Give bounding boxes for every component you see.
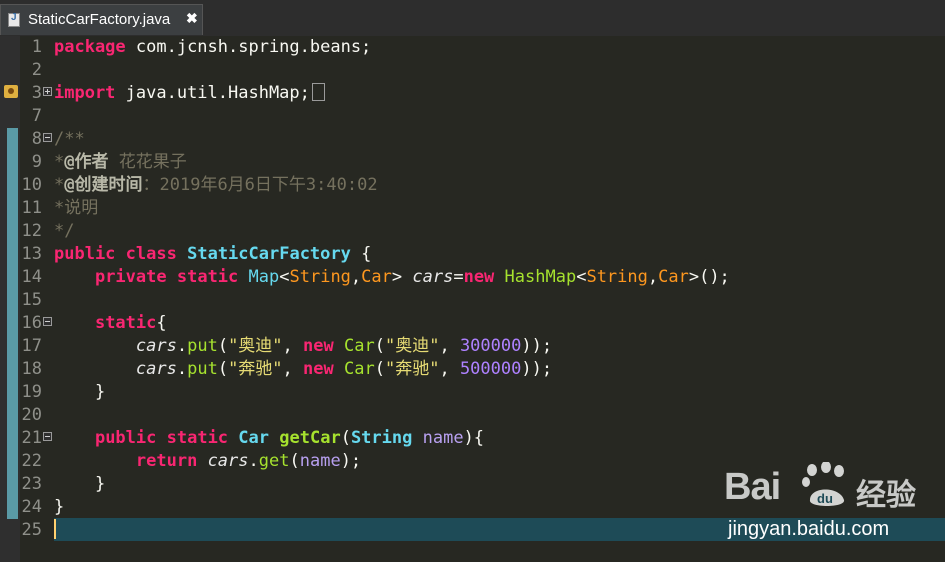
code-line-9: *@作者 花花果子 (54, 152, 187, 172)
tab-static-car-factory[interactable]: StaticCarFactory.java ✖ (0, 4, 203, 35)
watermark-brand-right: du (817, 491, 833, 506)
watermark-brand-cn: 经验 (856, 479, 916, 512)
code-line-11: *说明 (54, 198, 99, 218)
line-number: 16 (21, 313, 42, 333)
line-number: 18 (21, 359, 42, 379)
line-number: 3 (31, 83, 42, 103)
watermark-brand-left: Bai (724, 466, 781, 508)
expand-fold-icon[interactable] (43, 87, 52, 96)
line-number: 10 (21, 175, 42, 195)
code-line-18: cars.put("奔驰", new Car("奔驰", 500000)); (135, 359, 553, 379)
line-number: 15 (21, 290, 42, 310)
line-number: 8 (31, 129, 42, 149)
code-line-23: } (94, 474, 106, 494)
line-number: 17 (21, 336, 42, 356)
code-line-19: } (94, 382, 106, 402)
code-line-16: static{ (94, 313, 167, 333)
editor-tab-bar: StaticCarFactory.java ✖ (0, 0, 945, 36)
line-number: 12 (21, 221, 42, 241)
code-line-12: */ (54, 221, 75, 241)
line-number: 1 (31, 37, 42, 57)
code-line-13: public class StaticCarFactory { (54, 244, 372, 264)
folded-imports-indicator[interactable] (311, 83, 325, 101)
text-caret (54, 519, 56, 539)
code-line-10: *@创建时间：2019年6月6日下午3:40:02 (54, 175, 378, 195)
line-number: 25 (21, 520, 42, 540)
line-number: 22 (21, 451, 42, 471)
baidu-paw-icon: du (802, 462, 845, 506)
code-line-24: } (54, 497, 65, 517)
close-tab-icon[interactable]: ✖ (186, 10, 198, 27)
warning-marker-icon[interactable] (4, 85, 18, 98)
code-line-21: public static Car getCar(String name){ (94, 428, 485, 448)
watermark-url: jingyan.baidu.com (728, 518, 890, 540)
code-line-1: package com.jcnsh.spring.beans; (54, 37, 372, 57)
code-line-22: return cars.get(name); (135, 451, 362, 471)
quick-diff-bar (7, 128, 18, 519)
java-file-icon (8, 12, 20, 27)
collapse-fold-icon[interactable] (43, 432, 52, 441)
line-number: 23 (21, 474, 42, 494)
line-number: 9 (31, 152, 42, 172)
line-number: 11 (21, 198, 42, 218)
line-number: 7 (31, 106, 42, 126)
collapse-fold-icon[interactable] (43, 133, 52, 142)
line-number: 2 (31, 60, 42, 80)
baidu-jingyan-watermark: Bai du 经验 jingyan.baidu.com (724, 458, 924, 548)
tab-title: StaticCarFactory.java (28, 11, 171, 28)
line-number: 20 (21, 405, 42, 425)
line-number: 19 (21, 382, 42, 402)
line-number: 14 (21, 267, 42, 287)
code-line-8: /** (54, 129, 85, 149)
line-number: 24 (21, 497, 42, 517)
code-line-14: private static Map<String,Car> cars=new … (94, 267, 730, 287)
collapse-fold-icon[interactable] (43, 317, 52, 326)
line-number: 13 (21, 244, 42, 264)
line-number: 21 (21, 428, 42, 448)
code-line-17: cars.put("奥迪", new Car("奥迪", 300000)); (135, 336, 553, 356)
code-line-3: import java.util.HashMap; (54, 82, 325, 105)
